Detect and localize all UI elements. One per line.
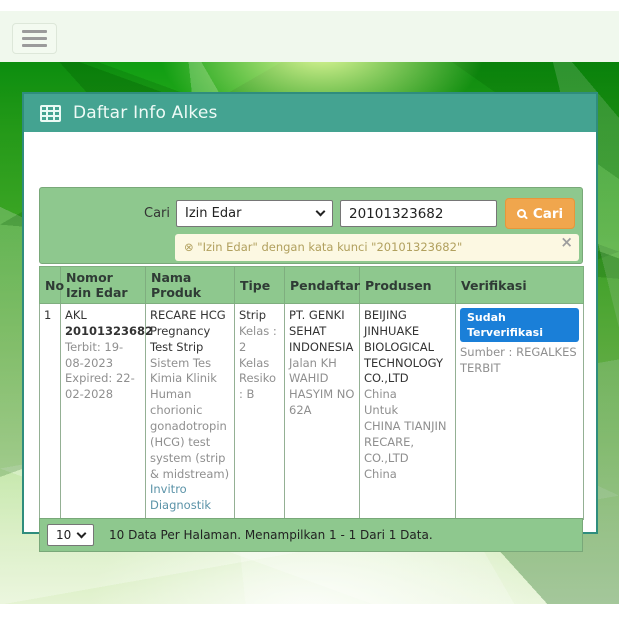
- tipe-kelas: Kelas : 2: [239, 324, 280, 356]
- pendaftar-alamat: Jalan KH WAHID HASYIM NO 62A: [289, 356, 355, 419]
- close-icon[interactable]: ×: [560, 234, 573, 250]
- pagination-bar: 10 10 Data Per Halaman. Menampilkan 1 - …: [39, 518, 583, 552]
- search-label: Cari: [126, 200, 170, 227]
- alert-message: "Izin Edar" dengan kata kunci "201013236…: [197, 240, 462, 254]
- row-number: 1: [44, 308, 51, 322]
- panel-body: Cari Izin Edar Cari ⊗ "Izin Edar" dengan…: [24, 132, 596, 532]
- produk-deskripsi: Human chorionic gonadotropin (HCG) test …: [150, 387, 230, 482]
- cell-verifikasi: Sudah Terverifikasi Sumber : REGALKES TE…: [456, 304, 584, 520]
- filter-alert-text: ⊗ "Izin Edar" dengan kata kunci "2010132…: [184, 240, 462, 254]
- search-filter-box: Cari Izin Edar Cari ⊗ "Izin Edar" dengan…: [39, 187, 583, 264]
- table-row: 1 AKL 20101323682 Terbit: 19-08-2023 Exp…: [40, 304, 584, 520]
- produk-jenis: Invitro Diagnostik: [150, 482, 230, 514]
- page: Daftar Info Alkes Cari Izin Edar Cari ⊗: [0, 0, 619, 619]
- col-header-produsen: Produsen: [360, 267, 456, 304]
- menu-button[interactable]: [12, 23, 57, 54]
- panel-header: Daftar Info Alkes: [24, 94, 596, 132]
- top-toolbar: [0, 11, 619, 62]
- cell-pendaftar: PT. GENKI SEHAT INDONESIA Jalan KH WAHID…: [285, 304, 360, 520]
- verifikasi-sumber: Sumber : REGALKES TERBIT: [460, 345, 579, 377]
- page-size-value: 10: [56, 528, 71, 542]
- produsen-negara: China: [364, 387, 451, 403]
- alkes-table: No Nomor Izin Edar Nama Produk Tipe Pend…: [39, 266, 584, 520]
- status-badge: Sudah Terverifikasi: [460, 308, 579, 342]
- cell-produsen: BEIJING JINHUAKE BIOLOGICAL TECHNOLOGY C…: [360, 304, 456, 520]
- daftar-info-alkes-panel: Daftar Info Alkes Cari Izin Edar Cari ⊗: [22, 92, 598, 534]
- tipe-nama: Strip: [239, 308, 280, 324]
- produsen-untuk: Untuk: [364, 403, 451, 419]
- col-header-tipe: Tipe: [235, 267, 285, 304]
- search-button[interactable]: Cari: [505, 198, 575, 229]
- produk-nama: RECARE HCG Pregnancy Test Strip: [150, 308, 230, 356]
- col-header-nomor-izin-edar: Nomor Izin Edar: [61, 267, 146, 304]
- col-header-no: No: [40, 267, 61, 304]
- page-size-select[interactable]: 10: [47, 524, 94, 546]
- col-header-nama-produk: Nama Produk: [146, 267, 235, 304]
- izin-code: 20101323682: [65, 324, 141, 340]
- cell-nama-produk: RECARE HCG Pregnancy Test Strip Sistem T…: [146, 304, 235, 520]
- produsen-untuk-nama: CHINA TIANJIN RECARE, CO.,LTD: [364, 419, 451, 467]
- pendaftar-nama: PT. GENKI SEHAT INDONESIA: [289, 308, 355, 356]
- produk-kategori: Sistem Tes Kimia Klinik: [150, 356, 230, 388]
- cell-nomor-izin-edar: AKL 20101323682 Terbit: 19-08-2023 Expir…: [61, 304, 146, 520]
- pagination-summary: 10 Data Per Halaman. Menampilkan 1 - 1 D…: [109, 528, 433, 542]
- alert-marker-icon: ⊗: [184, 240, 194, 254]
- izin-terbit: Terbit: 19-08-2023: [65, 340, 141, 372]
- search-icon: [517, 209, 526, 218]
- table-grid-icon: [40, 105, 61, 122]
- filter-alert: ⊗ "Izin Edar" dengan kata kunci "2010132…: [175, 234, 579, 261]
- produsen-untuk-negara: China: [364, 467, 451, 483]
- cell-no: 1: [40, 304, 61, 520]
- chevron-down-icon: [77, 528, 87, 538]
- tipe-kelas-resiko: Kelas Resiko : B: [239, 356, 280, 404]
- izin-expired: Expired: 22-02-2028: [65, 371, 141, 403]
- col-header-pendaftar: Pendaftar: [285, 267, 360, 304]
- chevron-down-icon: [316, 207, 326, 217]
- search-type-select[interactable]: Izin Edar: [176, 200, 333, 227]
- search-button-label: Cari: [533, 206, 563, 222]
- izin-code-prefix: AKL: [65, 308, 141, 324]
- produsen-nama: BEIJING JINHUAKE BIOLOGICAL TECHNOLOGY C…: [364, 308, 451, 387]
- page-title: Daftar Info Alkes: [73, 103, 218, 123]
- cell-tipe: Strip Kelas : 2 Kelas Resiko : B: [235, 304, 285, 520]
- col-header-verifikasi: Verifikasi: [456, 267, 584, 304]
- table-header-row: No Nomor Izin Edar Nama Produk Tipe Pend…: [40, 267, 584, 304]
- search-type-selected-value: Izin Edar: [185, 206, 241, 221]
- search-input[interactable]: [340, 200, 497, 227]
